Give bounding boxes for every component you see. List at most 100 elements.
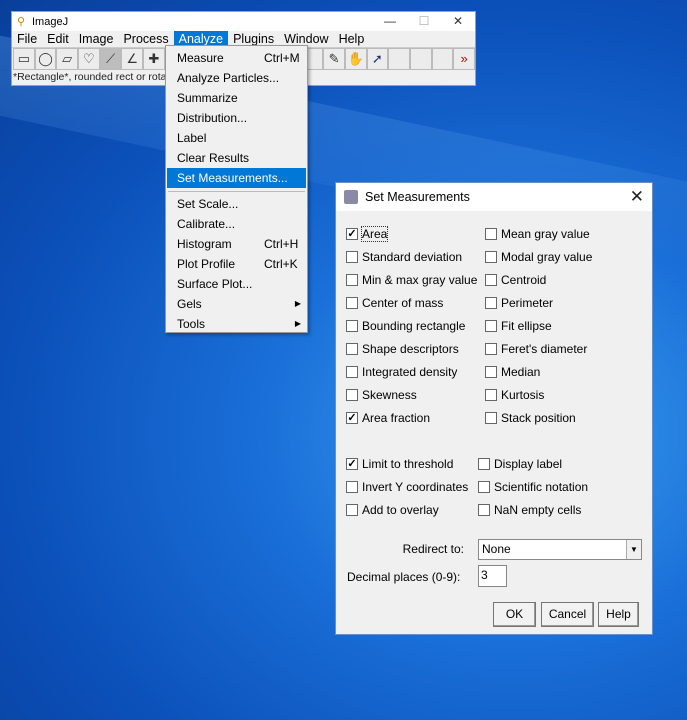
menu-item-summarize[interactable]: Summarize [166, 88, 307, 108]
checkbox-feret-s-diameter[interactable]: Feret's diameter [485, 341, 587, 357]
checkbox-label: Mean gray value [501, 227, 590, 241]
checkbox-kurtosis[interactable]: Kurtosis [485, 387, 544, 403]
checkbox-add-to-overlay[interactable]: Add to overlay [346, 502, 439, 518]
checkbox-box[interactable] [485, 389, 497, 401]
checkbox-label: Invert Y coordinates [362, 480, 469, 494]
checkbox-centroid[interactable]: Centroid [485, 272, 546, 288]
menu-item-tools[interactable]: Tools ▶ [166, 314, 307, 334]
checkbox-label: Center of mass [362, 296, 444, 310]
checkbox-box[interactable] [478, 481, 490, 493]
checkbox-box[interactable] [485, 251, 497, 263]
checkbox-limit-to-threshold[interactable]: ✓ Limit to threshold [346, 456, 453, 472]
checkbox-modal-gray-value[interactable]: Modal gray value [485, 249, 592, 265]
checkbox-perimeter[interactable]: Perimeter [485, 295, 553, 311]
checkbox-box[interactable] [485, 297, 497, 309]
checkbox-area-fraction[interactable]: ✓ Area fraction [346, 410, 430, 426]
hand-tool-icon[interactable]: ✋ [344, 48, 367, 70]
checkbox-skewness[interactable]: Skewness [346, 387, 417, 403]
menu-item-measure[interactable]: Measure Ctrl+M [166, 48, 307, 68]
analyze-menu: Measure Ctrl+M Analyze Particles... Summari… [165, 45, 308, 333]
menu-item-analyze-particles[interactable]: Analyze Particles... [166, 68, 307, 88]
checkbox-box[interactable] [346, 366, 358, 378]
checkbox-fit-ellipse[interactable]: Fit ellipse [485, 318, 552, 334]
line-tool-icon[interactable]: ⟋ [99, 48, 122, 70]
checkbox-box[interactable] [346, 320, 358, 332]
menu-item-gels[interactable]: Gels ▶ [166, 294, 307, 314]
checkbox-box[interactable] [478, 458, 490, 470]
checkbox-nan-empty-cells[interactable]: NaN empty cells [478, 502, 581, 518]
checkbox-label: Area fraction [362, 411, 431, 425]
redirect-select[interactable]: None ▼ [478, 539, 642, 560]
checkbox-median[interactable]: Median [485, 364, 540, 380]
menu-help[interactable]: Help [334, 31, 370, 47]
dropper-tool-icon[interactable]: ➚ [366, 48, 389, 70]
checkbox-integrated-density[interactable]: Integrated density [346, 364, 457, 380]
checkbox-area[interactable]: ✓ Area [346, 226, 389, 242]
checkbox-label: Scientific notation [494, 480, 589, 494]
menu-item-label: Gels [177, 297, 202, 311]
help-button[interactable]: Help [598, 602, 639, 627]
oval-tool-icon[interactable]: ◯ [34, 48, 57, 70]
checkbox-scientific-notation[interactable]: Scientific notation [478, 479, 588, 495]
checkbox-box[interactable] [478, 504, 490, 516]
checkmark-icon[interactable]: ✓ [346, 458, 358, 470]
checkbox-box[interactable] [485, 274, 497, 286]
menu-edit[interactable]: Edit [42, 31, 74, 47]
menu-image[interactable]: Image [74, 31, 119, 47]
checkbox-box[interactable] [485, 228, 497, 240]
checkbox-mean-gray-value[interactable]: Mean gray value [485, 226, 590, 242]
checkmark-icon[interactable]: ✓ [346, 412, 358, 424]
checkmark-icon[interactable]: ✓ [346, 228, 358, 240]
checkbox-box[interactable] [485, 320, 497, 332]
checkbox-invert-y-coordinates[interactable]: Invert Y coordinates [346, 479, 468, 495]
menu-file[interactable]: File [12, 31, 42, 47]
checkbox-stack-position[interactable]: Stack position [485, 410, 576, 426]
maximize-button[interactable]: ☐ [407, 12, 441, 31]
checkbox-box[interactable] [346, 297, 358, 309]
more-tools-icon[interactable]: » [453, 48, 475, 70]
checkbox-box[interactable] [346, 389, 358, 401]
checkbox-standard-deviation[interactable]: Standard deviation [346, 249, 462, 265]
cancel-button[interactable]: Cancel [541, 602, 594, 627]
checkbox-box[interactable] [346, 343, 358, 355]
checkbox-box[interactable] [346, 251, 358, 263]
menu-item-histogram[interactable]: Histogram Ctrl+H [166, 234, 307, 254]
menu-item-distribution[interactable]: Distribution... [166, 108, 307, 128]
rectangle-tool-icon[interactable]: ▭ [13, 48, 35, 70]
checkbox-shape-descriptors[interactable]: Shape descriptors [346, 341, 459, 357]
menu-item-clear-results[interactable]: Clear Results [166, 148, 307, 168]
menu-item-surface-plot[interactable]: Surface Plot... [166, 274, 307, 294]
menu-item-calibrate[interactable]: Calibrate... [166, 214, 307, 234]
dialog-close-button[interactable]: ✕ [630, 183, 644, 211]
checkbox-min-max-gray-value[interactable]: Min & max gray value [346, 272, 477, 288]
checkbox-box[interactable] [346, 504, 358, 516]
set-measurements-dialog: Set Measurements ✕ Redirect to: None ▼ De… [335, 182, 653, 635]
checkbox-box[interactable] [485, 343, 497, 355]
empty-tool-slot[interactable] [388, 48, 410, 70]
minimize-button[interactable]: — [373, 12, 407, 31]
checkbox-box[interactable] [346, 481, 358, 493]
point-tool-icon[interactable]: ✚ [143, 48, 165, 70]
ok-button[interactable]: OK [493, 602, 536, 627]
shortcut-label: Ctrl+K [264, 257, 298, 271]
chevron-down-icon[interactable]: ▼ [626, 540, 641, 559]
checkbox-box[interactable] [485, 412, 497, 424]
menu-item-set-scale[interactable]: Set Scale... [166, 194, 307, 214]
empty-tool-slot[interactable] [409, 48, 432, 70]
checkbox-box[interactable] [346, 274, 358, 286]
close-button[interactable]: ✕ [441, 12, 475, 31]
menu-item-label[interactable]: Label [166, 128, 307, 148]
menu-item-plot-profile[interactable]: Plot Profile Ctrl+K [166, 254, 307, 274]
checkbox-center-of-mass[interactable]: Center of mass [346, 295, 443, 311]
polygon-tool-icon[interactable]: ▱ [56, 48, 79, 70]
checkbox-label: Integrated density [362, 365, 458, 379]
brush-tool-icon[interactable]: ✎ [323, 48, 345, 70]
checkbox-bounding-rectangle[interactable]: Bounding rectangle [346, 318, 465, 334]
checkbox-box[interactable] [485, 366, 497, 378]
angle-tool-icon[interactable]: ∠ [121, 48, 144, 70]
decimal-places-input[interactable]: 3 [478, 565, 507, 587]
freehand-tool-icon[interactable]: ♡ [78, 48, 100, 70]
empty-tool-slot[interactable] [431, 48, 454, 70]
menu-item-set-measurements[interactable]: Set Measurements... [167, 168, 306, 188]
checkbox-display-label[interactable]: Display label [478, 456, 562, 472]
